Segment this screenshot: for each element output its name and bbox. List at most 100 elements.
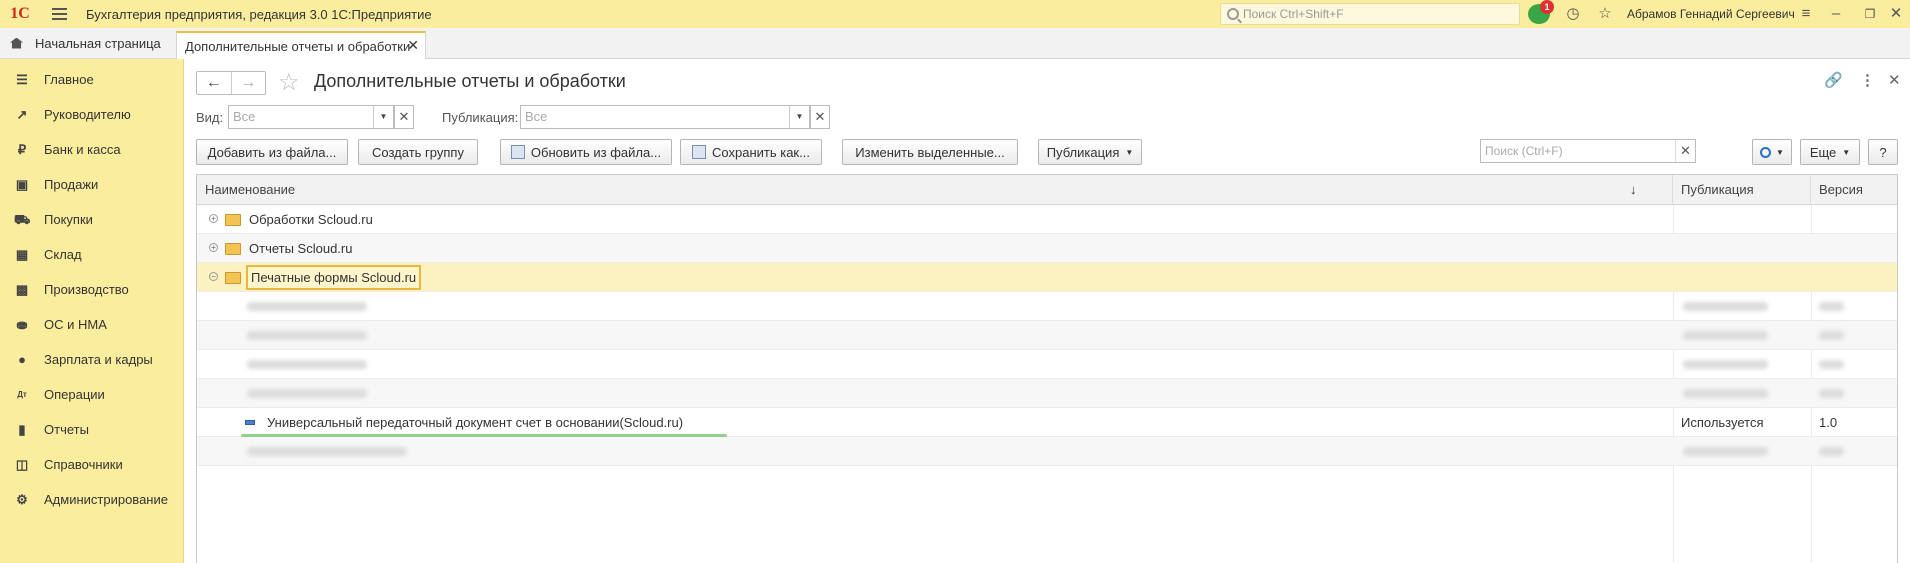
sidebar-item-production[interactable]: ▩ Производство bbox=[0, 272, 184, 307]
ruble-icon: ₽ bbox=[17, 141, 27, 157]
redacted-name bbox=[247, 389, 367, 398]
sidebar-item-reports[interactable]: ▮ Отчеты bbox=[0, 412, 184, 447]
redacted-version bbox=[1819, 447, 1844, 456]
home-icon bbox=[10, 37, 23, 49]
search-clear-icon[interactable]: ✕ bbox=[1675, 140, 1695, 162]
sort-arrow-icon[interactable]: ↓ bbox=[1630, 175, 1637, 205]
redacted-publication bbox=[1683, 447, 1768, 456]
back-icon[interactable]: ← bbox=[197, 72, 232, 94]
search-button[interactable]: ▼ bbox=[1752, 139, 1792, 165]
notification-badge: 1 bbox=[1540, 0, 1554, 14]
sidebar-item-label: Производство bbox=[44, 282, 129, 297]
table-row-selected[interactable]: − Печатные формы Scloud.ru bbox=[197, 263, 1897, 292]
favorites-icon[interactable]: ☆ bbox=[1595, 4, 1615, 24]
more-actions-icon[interactable]: ⋮ bbox=[1860, 71, 1875, 89]
user-name[interactable]: Абрамов Геннадий Сергеевич bbox=[1627, 0, 1795, 28]
settings-menu-icon[interactable]: ≡ bbox=[1796, 4, 1816, 24]
chevron-down-icon[interactable]: ▼ bbox=[789, 106, 809, 128]
sidebar-item-administration[interactable]: ⚙ Администрирование bbox=[0, 482, 184, 517]
kind-filter-select[interactable]: Все ▼ bbox=[228, 105, 394, 129]
history-icon[interactable]: ◷ bbox=[1563, 4, 1583, 24]
sidebar-item-sales[interactable]: ▣ Продажи bbox=[0, 167, 184, 202]
table-row[interactable] bbox=[197, 321, 1897, 350]
sidebar-item-salary[interactable]: ● Зарплата и кадры bbox=[0, 342, 184, 377]
sidebar-item-purchases[interactable]: ⛟ Покупки bbox=[0, 202, 184, 237]
sidebar: ☰ Главное ↗ Руководителю ₽ Банк и касса … bbox=[0, 59, 184, 563]
column-header-version[interactable]: Версия bbox=[1811, 175, 1897, 205]
collapse-icon[interactable]: − bbox=[209, 272, 218, 281]
favorite-star-icon[interactable]: ☆ bbox=[278, 68, 300, 97]
sidebar-item-catalogs[interactable]: ◫ Справочники bbox=[0, 447, 184, 482]
add-from-file-button[interactable]: Добавить из файла... bbox=[196, 139, 348, 165]
sidebar-item-label: Администрирование bbox=[44, 492, 168, 507]
group-name: Обработки Scloud.ru bbox=[249, 212, 373, 227]
item-publication: Используется bbox=[1681, 415, 1764, 430]
chevron-down-icon: ▼ bbox=[1842, 147, 1851, 157]
expand-icon[interactable]: + bbox=[209, 243, 218, 252]
close-form-icon[interactable]: ✕ bbox=[1888, 71, 1901, 89]
update-from-file-label: Обновить из файла... bbox=[530, 144, 662, 160]
link-icon[interactable]: 🔗 bbox=[1824, 71, 1843, 89]
sidebar-item-label: Главное bbox=[44, 72, 94, 87]
create-group-button[interactable]: Создать группу bbox=[358, 139, 478, 165]
table-row[interactable] bbox=[197, 379, 1897, 408]
table-row[interactable]: + Обработки Scloud.ru bbox=[197, 205, 1897, 234]
update-file-icon bbox=[510, 145, 525, 159]
change-selected-button[interactable]: Изменить выделенные... bbox=[842, 139, 1018, 165]
global-search-input[interactable]: Поиск Ctrl+Shift+F bbox=[1220, 3, 1520, 25]
sidebar-item-main[interactable]: ☰ Главное bbox=[0, 62, 184, 97]
table-row[interactable] bbox=[197, 292, 1897, 321]
title-bar: 1С Бухгалтерия предприятия, редакция 3.0… bbox=[0, 0, 1910, 28]
publication-filter-clear-icon[interactable]: ✕ bbox=[810, 105, 830, 129]
save-icon bbox=[692, 145, 707, 159]
redacted-name bbox=[247, 331, 367, 340]
restore-icon[interactable]: ❐ bbox=[1860, 4, 1880, 24]
close-tab-icon[interactable]: ✕ bbox=[407, 37, 419, 54]
kind-filter-label: Вид: bbox=[196, 110, 224, 125]
chevron-down-icon: ▼ bbox=[1125, 147, 1134, 157]
main-menu-icon[interactable] bbox=[52, 0, 74, 28]
book-icon: ◫ bbox=[15, 456, 29, 472]
sidebar-item-label: Операции bbox=[44, 387, 105, 402]
sidebar-item-fixed-assets[interactable]: ⛂ ОС и НМА bbox=[0, 307, 184, 342]
help-button[interactable]: ? bbox=[1868, 139, 1898, 165]
redacted-version bbox=[1819, 331, 1844, 340]
publication-menu-button[interactable]: Публикация ▼ bbox=[1038, 139, 1142, 165]
more-button[interactable]: Еще ▼ bbox=[1800, 139, 1860, 165]
kind-filter-clear-icon[interactable]: ✕ bbox=[394, 105, 414, 129]
publication-filter-value: Все bbox=[525, 109, 548, 124]
forward-icon[interactable]: → bbox=[232, 72, 266, 94]
redacted-name bbox=[247, 360, 367, 369]
update-from-file-button[interactable]: Обновить из файла... bbox=[500, 139, 672, 165]
chevron-down-icon[interactable]: ▼ bbox=[373, 106, 393, 128]
page-title: Дополнительные отчеты и обработки bbox=[314, 71, 626, 91]
close-window-icon[interactable]: ✕ bbox=[1886, 4, 1906, 24]
sidebar-item-bank[interactable]: ₽ Банк и касса bbox=[0, 132, 184, 167]
sidebar-item-label: Банк и касса bbox=[44, 142, 121, 157]
sidebar-item-manager[interactable]: ↗ Руководителю bbox=[0, 97, 184, 132]
search-icon bbox=[1760, 146, 1772, 158]
table-row[interactable]: Универсальный передаточный документ счет… bbox=[197, 408, 1897, 438]
kind-filter-value: Все bbox=[233, 109, 256, 124]
table-row[interactable] bbox=[197, 350, 1897, 379]
sidebar-item-label: Зарплата и кадры bbox=[44, 352, 153, 367]
table-row[interactable] bbox=[197, 437, 1897, 466]
sidebar-item-operations[interactable]: Дт Операции bbox=[0, 377, 184, 412]
sidebar-item-warehouse[interactable]: ▦ Склад bbox=[0, 237, 184, 272]
column-header-publication[interactable]: Публикация bbox=[1673, 175, 1811, 205]
table-row[interactable]: + Отчеты Scloud.ru bbox=[197, 234, 1897, 263]
redacted-name bbox=[247, 447, 407, 456]
1c-logo: 1С bbox=[10, 5, 30, 22]
sidebar-item-label: Покупки bbox=[44, 212, 93, 227]
group-name: Печатные формы Scloud.ru bbox=[246, 265, 422, 290]
tab-home[interactable]: Начальная страница bbox=[0, 28, 172, 58]
minimize-icon[interactable]: – bbox=[1826, 4, 1846, 24]
save-as-button[interactable]: Сохранить как... bbox=[680, 139, 822, 165]
publication-filter-select[interactable]: Все ▼ bbox=[520, 105, 810, 129]
folder-icon bbox=[225, 214, 241, 226]
column-header-name[interactable]: Наименование bbox=[197, 175, 1673, 205]
expand-icon[interactable]: + bbox=[209, 214, 218, 223]
tab-additional-reports[interactable]: Дополнительные отчеты и обработки ✕ bbox=[176, 31, 426, 59]
search-input[interactable]: Поиск (Ctrl+F) ✕ bbox=[1480, 139, 1696, 163]
global-search-placeholder: Поиск Ctrl+Shift+F bbox=[1243, 7, 1344, 21]
